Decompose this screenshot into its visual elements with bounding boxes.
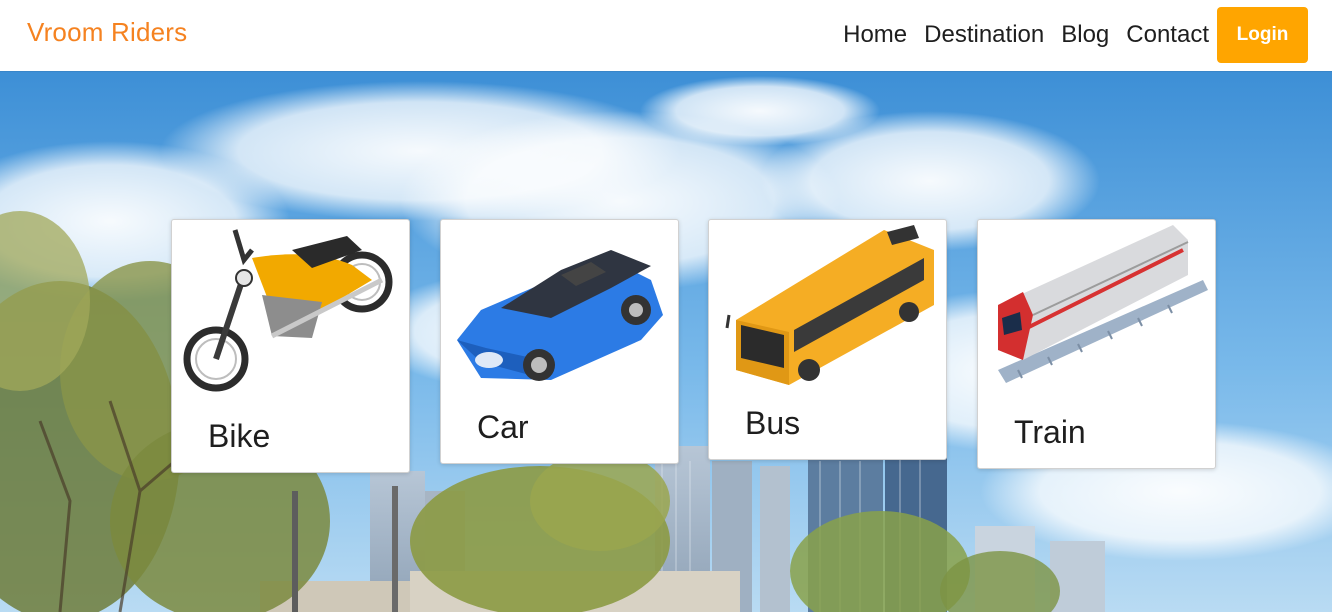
nav-link-home[interactable]: Home: [843, 21, 907, 49]
car-icon: [457, 250, 663, 381]
bus-icon: [725, 225, 934, 385]
vehicle-card-title: Train: [1014, 414, 1086, 450]
motorbike-icon: [183, 229, 393, 392]
vehicle-card-title: Bus: [745, 405, 801, 441]
nav-link-blog[interactable]: Blog: [1061, 21, 1109, 49]
vehicle-card-title: Car: [477, 409, 529, 445]
brand-logo[interactable]: Vroom Riders: [27, 17, 187, 48]
vehicle-card-bike[interactable]: Bike: [171, 219, 410, 473]
nav-link-destination[interactable]: Destination: [924, 21, 1044, 49]
vehicle-card-train[interactable]: Train: [977, 219, 1216, 469]
hero-section: Bike Car Bus Train: [0, 71, 1332, 612]
train-icon: [998, 225, 1208, 383]
vehicle-card-car[interactable]: Car: [440, 219, 679, 464]
vehicle-card-title: Bike: [208, 418, 271, 454]
top-navbar: Vroom Riders Home Destination Blog Conta…: [0, 0, 1332, 71]
vehicle-card-bus[interactable]: Bus: [708, 219, 947, 460]
nav-links: Home Destination Blog Contact Login: [843, 7, 1308, 63]
nav-link-contact[interactable]: Contact: [1126, 21, 1209, 49]
login-button[interactable]: Login: [1217, 7, 1308, 63]
